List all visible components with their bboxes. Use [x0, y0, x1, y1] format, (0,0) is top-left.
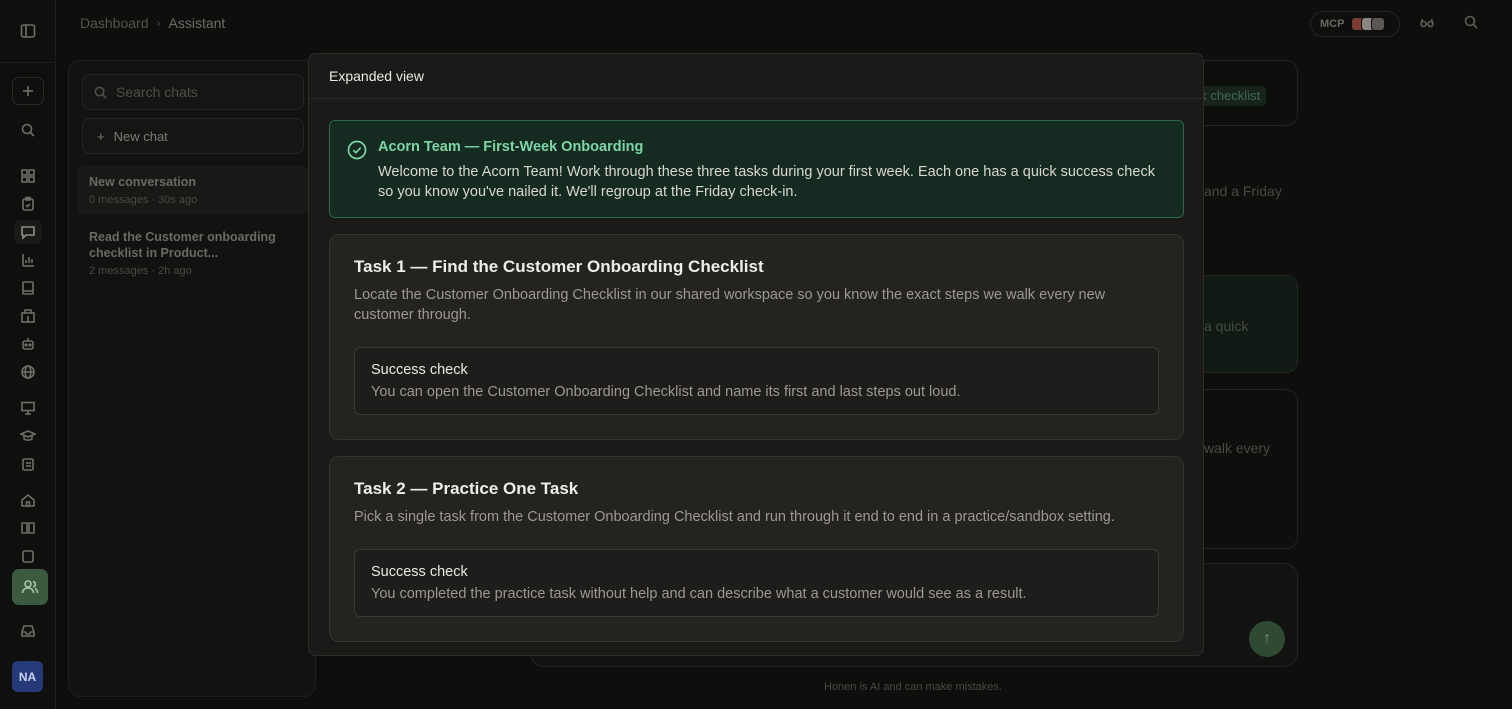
- plus-icon: +: [97, 128, 105, 144]
- chat-title: New conversation: [89, 175, 196, 189]
- arrow-up-icon: ↑: [1263, 630, 1271, 647]
- globe-icon[interactable]: [14, 360, 42, 384]
- breadcrumb-current: Assistant: [168, 15, 226, 31]
- success-check-label: Success check: [371, 564, 468, 580]
- breadcrumb: Dashboard › Assistant: [80, 15, 225, 31]
- mcp-button[interactable]: MCP: [1310, 11, 1400, 37]
- integration-icon: [1371, 17, 1386, 31]
- search-icon[interactable]: [14, 118, 42, 142]
- new-chat-button[interactable]: + New chat: [82, 118, 304, 154]
- modal-body[interactable]: Acorn Team — First-Week Onboarding Welco…: [309, 100, 1203, 655]
- banner-body: Welcome to the Acorn Team! Work through …: [378, 164, 1155, 200]
- disclaimer: Honen is AI and can make mistakes.: [824, 681, 1002, 693]
- modal-title: Expanded view: [329, 68, 424, 84]
- clipboard-icon[interactable]: [14, 544, 42, 568]
- success-check-text: You can open the Customer Onboarding Che…: [371, 384, 961, 400]
- glasses-icon[interactable]: [1419, 14, 1437, 32]
- banner-title: Acorn Team — First-Week Onboarding: [378, 139, 644, 155]
- success-check-box: Success check You can open the Customer …: [354, 347, 1159, 415]
- task-title: Task 1 — Find the Customer Onboarding Ch…: [354, 257, 764, 276]
- mcp-integrations-icons: [1351, 17, 1386, 31]
- mcp-label: MCP: [1320, 18, 1345, 30]
- chat-list-panel: Search chats + New chat New conversation…: [68, 60, 316, 697]
- chat-icon[interactable]: [14, 220, 42, 244]
- chat-meta: 0 messages · 30s ago: [89, 194, 198, 206]
- clipboard-check-icon[interactable]: [14, 192, 42, 216]
- task-card: Task 2 — Practice One Task Pick a single…: [329, 456, 1184, 642]
- task-description: Pick a single task from the Customer Onb…: [354, 509, 1115, 525]
- sidebar-toggle-icon[interactable]: [14, 19, 42, 43]
- graduation-cap-icon[interactable]: [14, 424, 42, 448]
- list-item[interactable]: New conversation 0 messages · 30s ago: [77, 165, 309, 215]
- search-chats-input[interactable]: Search chats: [82, 74, 304, 110]
- success-check-text: You completed the practice task without …: [371, 586, 1027, 602]
- avatar[interactable]: NA: [12, 661, 43, 692]
- success-check-box: Success check You completed the practice…: [354, 549, 1159, 617]
- bar-chart-icon[interactable]: [14, 248, 42, 272]
- task-card: Task 1 — Find the Customer Onboarding Ch…: [329, 234, 1184, 440]
- breadcrumb-dashboard[interactable]: Dashboard: [80, 15, 149, 31]
- check-circle-icon: [347, 140, 367, 160]
- presentation-icon[interactable]: [14, 396, 42, 420]
- clipboard-list-icon[interactable]: [14, 452, 42, 476]
- chevron-right-icon: ›: [156, 16, 161, 30]
- task-description: Locate the Customer Onboarding Checklist…: [354, 287, 1106, 323]
- success-check-label: Success check: [371, 362, 468, 378]
- message-text: and a Friday: [1204, 183, 1282, 199]
- dashboard-icon[interactable]: [14, 164, 42, 188]
- inbox-icon[interactable]: [14, 619, 42, 643]
- search-icon[interactable]: [1463, 14, 1481, 32]
- book-open-icon[interactable]: [14, 516, 42, 540]
- onboarding-banner: Acorn Team — First-Week Onboarding Welco…: [329, 120, 1184, 218]
- team-icon[interactable]: [12, 569, 48, 605]
- modal-header: Expanded view: [309, 54, 1203, 99]
- chat-title: Read the Customer onboarding checklist i…: [89, 230, 276, 260]
- book-icon[interactable]: [14, 276, 42, 300]
- message-text: walk every: [1204, 440, 1271, 456]
- home-icon[interactable]: [14, 488, 42, 512]
- search-placeholder: Search chats: [116, 84, 198, 100]
- expanded-view-modal: Expanded view Acorn Team — First-Week On…: [308, 53, 1204, 656]
- bot-icon[interactable]: [14, 332, 42, 356]
- new-chat-label: New chat: [113, 128, 168, 144]
- rail-divider: [0, 62, 56, 63]
- search-icon: [94, 86, 107, 99]
- left-rail: NA: [0, 0, 56, 709]
- list-item[interactable]: Read the Customer onboarding checklist i…: [77, 220, 309, 286]
- new-item-button[interactable]: [12, 77, 44, 105]
- building-icon[interactable]: [14, 304, 42, 328]
- task-title: Task 2 — Practice One Task: [354, 479, 579, 498]
- send-button[interactable]: ↑: [1249, 621, 1285, 657]
- message-text: a quick: [1204, 318, 1249, 334]
- chat-meta: 2 messages · 2h ago: [89, 265, 192, 277]
